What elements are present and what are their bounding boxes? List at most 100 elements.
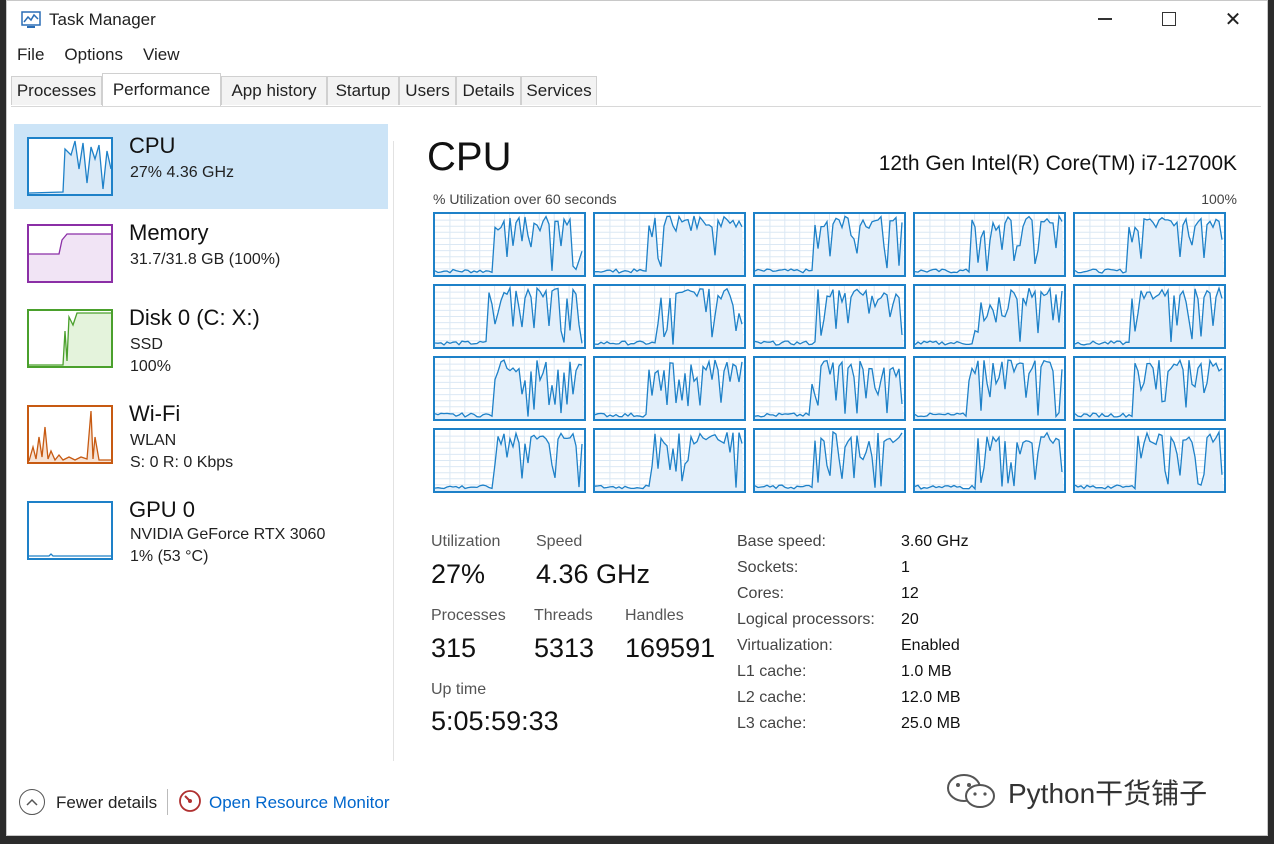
l2-cache-value: 12.0 MB: [901, 689, 961, 706]
logical-processor-graph[interactable]: [913, 356, 1066, 421]
processes-label: Processes: [431, 607, 506, 624]
sidebar-item-memory[interactable]: Memory 31.7/31.8 GB (100%): [14, 211, 388, 296]
base-speed-label: Base speed:: [737, 533, 826, 550]
sidebar-disk-type: SSD: [130, 336, 163, 353]
sidebar-item-disk[interactable]: Disk 0 (C: X:) SSD 100%: [14, 296, 388, 381]
logical-processor-line: [915, 286, 1064, 347]
base-speed-value: 3.60 GHz: [901, 533, 969, 550]
tab-users[interactable]: Users: [399, 76, 456, 105]
threads-label: Threads: [534, 607, 593, 624]
sidebar-gpu-model: NVIDIA GeForce RTX 3060: [130, 526, 326, 543]
sidebar-memory-name: Memory: [129, 220, 209, 245]
memory-thumbnail-line: [29, 233, 111, 281]
logical-processor-graph[interactable]: [433, 212, 586, 277]
menu-options[interactable]: Options: [54, 41, 133, 69]
logical-processor-line: [1075, 430, 1224, 491]
logical-processor-graph[interactable]: [753, 284, 906, 349]
logical-processor-graph[interactable]: [1073, 212, 1226, 277]
tab-bar: Processes Performance App history Startu…: [11, 73, 1261, 107]
tab-app-history[interactable]: App history: [221, 76, 327, 105]
sidebar-cpu-name: CPU: [129, 133, 176, 158]
chevron-up-icon[interactable]: [19, 789, 45, 815]
tab-processes[interactable]: Processes: [11, 76, 102, 105]
threads-value: 5313: [534, 633, 595, 663]
task-manager-window: Task Manager ✕ File Options View Process…: [6, 0, 1268, 836]
logical-processor-line: [595, 286, 744, 347]
logical-processor-graph[interactable]: [913, 212, 1066, 277]
virtualization-value: Enabled: [901, 637, 960, 654]
l3-cache-label: L3 cache:: [737, 715, 807, 732]
logical-processor-graph[interactable]: [433, 428, 586, 493]
close-button[interactable]: ✕: [1201, 1, 1265, 37]
cpu-model-name: 12th Gen Intel(R) Core(TM) i7-12700K: [878, 152, 1237, 175]
gpu-thumbnail-graph: [27, 501, 113, 560]
l2-cache-label: L2 cache:: [737, 689, 807, 706]
speed-value: 4.36 GHz: [536, 559, 651, 589]
logical-processor-graph[interactable]: [1073, 356, 1226, 421]
logical-processor-line: [915, 358, 1064, 419]
logical-processor-line: [755, 286, 904, 347]
tab-startup[interactable]: Startup: [327, 76, 399, 105]
sockets-label: Sockets:: [737, 559, 799, 576]
sidebar-wifi-type: WLAN: [130, 432, 177, 449]
sidebar-wifi-name: Wi-Fi: [129, 401, 181, 426]
sidebar-item-wifi[interactable]: Wi-Fi WLAN S: 0 R: 0 Kbps: [14, 392, 388, 477]
logical-processor-line: [755, 430, 904, 491]
sidebar-item-cpu[interactable]: CPU 27% 4.36 GHz: [14, 124, 388, 209]
logical-processor-line: [595, 430, 744, 491]
sidebar-disk-name: Disk 0 (C: X:): [129, 305, 260, 330]
logical-processor-graph[interactable]: [913, 428, 1066, 493]
minimize-button[interactable]: [1073, 1, 1137, 37]
logical-processor-graph[interactable]: [433, 284, 586, 349]
footer-separator: [167, 789, 168, 815]
handles-label: Handles: [625, 607, 684, 624]
sidebar-item-gpu[interactable]: GPU 0 NVIDIA GeForce RTX 3060 1% (53 °C): [14, 488, 388, 573]
logical-processor-graph[interactable]: [1073, 284, 1226, 349]
l1-cache-value: 1.0 MB: [901, 663, 952, 680]
menu-bar: File Options View: [7, 41, 190, 69]
cpu-thumbnail-line: [28, 140, 112, 194]
sidebar-disk-usage: 100%: [130, 358, 171, 375]
logical-processor-graph[interactable]: [753, 212, 906, 277]
fewer-details-button[interactable]: Fewer details: [56, 793, 157, 813]
logical-processors-label: Logical processors:: [737, 611, 875, 628]
logical-processor-line: [595, 214, 744, 275]
logical-processor-graph[interactable]: [753, 356, 906, 421]
logical-processor-line: [435, 430, 584, 491]
l3-cache-value: 25.0 MB: [901, 715, 961, 732]
utilization-graph-max: 100%: [1201, 191, 1237, 207]
title-bar[interactable]: Task Manager ✕: [7, 1, 1267, 39]
open-resource-monitor-link[interactable]: Open Resource Monitor: [209, 793, 389, 813]
logical-processor-line: [435, 358, 584, 419]
logical-processors-value: 20: [901, 611, 919, 628]
logical-processor-line: [1075, 214, 1224, 275]
logical-processor-graph[interactable]: [433, 356, 586, 421]
wifi-thumbnail-line: [28, 410, 111, 462]
logical-processor-graph[interactable]: [593, 212, 746, 277]
sidebar-gpu-name: GPU 0: [129, 497, 196, 522]
tab-performance[interactable]: Performance: [102, 73, 221, 106]
logical-processor-graph[interactable]: [593, 356, 746, 421]
menu-file[interactable]: File: [7, 41, 54, 69]
logical-processor-graphs[interactable]: [433, 212, 1233, 498]
virtualization-label: Virtualization:: [737, 637, 833, 654]
tab-details[interactable]: Details: [456, 76, 521, 105]
sockets-value: 1: [901, 559, 910, 576]
menu-view[interactable]: View: [133, 41, 190, 69]
sidebar-gpu-usage: 1% (53 °C): [130, 548, 209, 565]
cpu-panel-title: CPU: [427, 135, 512, 179]
cores-value: 12: [901, 585, 919, 602]
handles-value: 169591: [625, 633, 716, 663]
uptime-value: 5:05:59:33: [431, 706, 559, 736]
logical-processor-graph[interactable]: [593, 284, 746, 349]
cpu-thumbnail-graph: [27, 137, 113, 196]
wechat-logo-icon: [947, 774, 995, 808]
l1-cache-label: L1 cache:: [737, 663, 807, 680]
logical-processor-graph[interactable]: [913, 284, 1066, 349]
disk-thumbnail-line: [29, 312, 111, 366]
logical-processor-graph[interactable]: [1073, 428, 1226, 493]
logical-processor-graph[interactable]: [753, 428, 906, 493]
logical-processor-graph[interactable]: [593, 428, 746, 493]
tab-services[interactable]: Services: [521, 76, 597, 105]
maximize-button[interactable]: [1137, 1, 1201, 37]
